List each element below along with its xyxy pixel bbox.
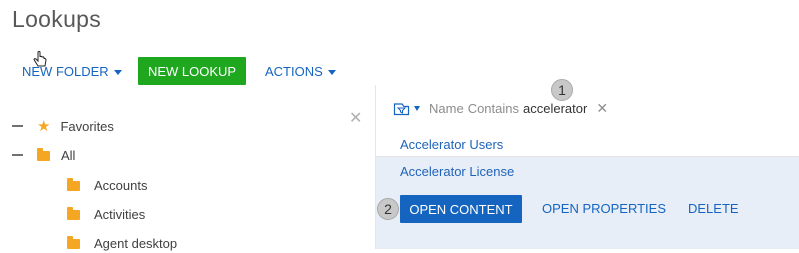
actions-button[interactable]: ACTIONS	[265, 64, 336, 79]
collapse-icon[interactable]	[12, 125, 23, 127]
filter-field: Name	[429, 101, 464, 116]
chevron-down-icon	[327, 69, 336, 75]
filter-value: accelerator	[523, 101, 588, 116]
folder-icon	[67, 236, 80, 249]
close-icon[interactable]: ✕	[596, 100, 608, 117]
folder-icon	[37, 148, 50, 161]
filter-operator: Contains	[467, 101, 519, 116]
star-icon: ★	[37, 117, 51, 135]
page-title: Lookups	[12, 6, 102, 32]
close-icon[interactable]: ✕	[349, 108, 362, 128]
tree-item-label: Accounts	[94, 177, 148, 193]
callout-2: 2	[377, 198, 399, 220]
filter-icon[interactable]	[393, 101, 429, 116]
new-lookup-button[interactable]: NEW LOOKUP	[138, 57, 246, 85]
filter-bar: Name Contains accelerator ✕	[393, 100, 608, 117]
chevron-down-icon	[414, 106, 420, 111]
hand-cursor-icon	[33, 51, 49, 76]
list-item[interactable]: Accelerator Users	[400, 137, 503, 152]
tree-item-all[interactable]: All	[12, 145, 75, 165]
delete-button[interactable]: DELETE	[688, 201, 739, 216]
open-properties-button[interactable]: OPEN PROPERTIES	[542, 201, 666, 216]
callout-1: 1	[551, 79, 573, 101]
tree-item-activities[interactable]: Activities	[67, 204, 145, 224]
actions-label: ACTIONS	[265, 64, 323, 79]
folder-icon	[67, 178, 80, 191]
folder-icon	[67, 207, 80, 220]
tree-item-agent-desktop[interactable]: Agent desktop	[67, 233, 177, 253]
open-content-button[interactable]: OPEN CONTENT	[400, 195, 522, 223]
tree-item-label: All	[61, 147, 76, 163]
chevron-down-icon	[113, 69, 122, 75]
collapse-icon[interactable]	[12, 154, 23, 156]
tree-item-label: Favorites	[60, 118, 114, 134]
tree-item-label: Activities	[94, 206, 146, 222]
tree-item-favorites[interactable]: ★ Favorites	[12, 116, 114, 136]
tree-item-label: Agent desktop	[94, 235, 178, 251]
tree-item-accounts[interactable]: Accounts	[67, 175, 147, 195]
list-item-selected[interactable]: Accelerator License	[400, 164, 514, 179]
